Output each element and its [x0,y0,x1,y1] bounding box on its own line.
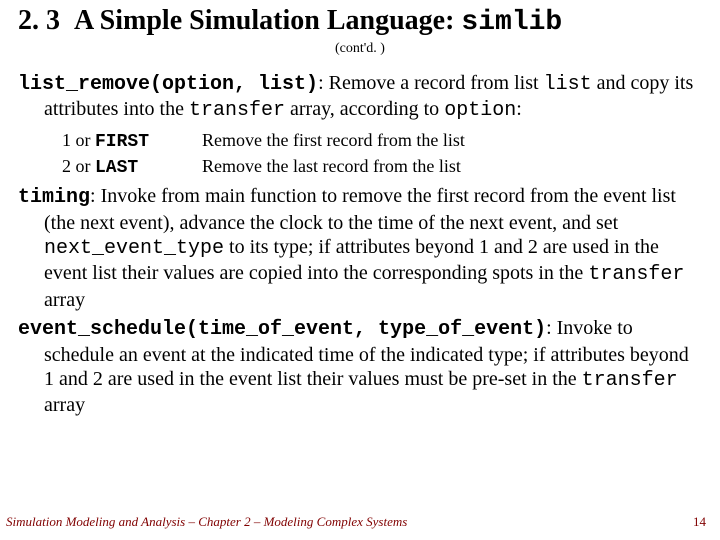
page-number: 14 [693,514,706,530]
title-code: simlib [461,7,562,38]
timing-desc1: : Invoke from main function to remove th… [44,185,676,233]
timing-entry: timing: Invoke from main function to rem… [18,184,702,312]
list-remove-entry: list_remove(option, list): Remove a reco… [18,71,702,124]
list-remove-signature: list_remove(option, list) [18,73,318,96]
list-remove-transfer: transfer [189,99,285,122]
option-key-last: 2 or LAST [62,154,202,180]
event-schedule-entry: event_schedule(time_of_event, type_of_ev… [18,316,702,418]
option-code-last: LAST [95,158,138,178]
footer-text: Simulation Modeling and Analysis – Chapt… [6,514,407,530]
footer: Simulation Modeling and Analysis – Chapt… [6,514,706,530]
timing-desc3: array [44,289,85,311]
option-code-first: FIRST [95,132,149,152]
list-remove-arg-option: option [444,99,516,122]
event-schedule-transfer: transfer [582,369,678,392]
title-text: A Simple Simulation Language: [74,5,454,36]
option-or-1: or [71,130,95,150]
list-remove-desc-end: : [516,98,522,120]
option-row-last: 2 or LAST Remove the last record from th… [62,154,702,180]
option-key-first: 1 or FIRST [62,128,202,154]
option-val-last: Remove the last record from the list [202,154,702,180]
body: list_remove(option, list): Remove a reco… [18,71,702,418]
option-val-first: Remove the first record from the list [202,128,702,154]
list-remove-arg-list: list [544,73,592,96]
event-schedule-signature: event_schedule(time_of_event, type_of_ev… [18,318,546,341]
event-schedule-desc2: array [44,394,85,416]
section-number: 2. 3 [18,5,60,36]
contd-label: (cont'd. ) [18,41,702,57]
slide: 2. 3 A Simple Simulation Language: simli… [0,0,720,540]
timing-transfer: transfer [588,263,684,286]
option-row-first: 1 or FIRST Remove the first record from … [62,128,702,154]
option-num-1: 1 [62,130,71,150]
list-remove-desc-mid2: array, according to [285,98,444,120]
slide-title: 2. 3 A Simple Simulation Language: simli… [18,6,702,39]
option-num-2: 2 [62,156,71,176]
timing-name: timing [18,186,90,209]
timing-next-event-type: next_event_type [44,237,224,260]
option-or-2: or [71,156,95,176]
list-remove-desc-pre: : Remove a record from list [318,72,544,94]
